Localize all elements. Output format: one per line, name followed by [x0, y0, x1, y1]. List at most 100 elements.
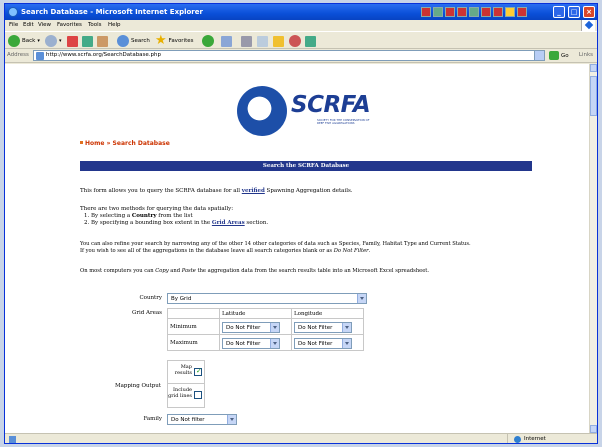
- max-latitude-select[interactable]: Do Not Filter: [222, 338, 280, 349]
- min-longitude-select[interactable]: Do Not Filter: [294, 322, 352, 333]
- refine-2-post: .: [368, 248, 371, 254]
- family-select[interactable]: Do Not filter: [167, 414, 237, 425]
- maximize-button[interactable]: □: [568, 6, 580, 18]
- tray-icon: [517, 7, 527, 17]
- max-longitude-select[interactable]: Do Not Filter: [294, 338, 352, 349]
- history-button[interactable]: [202, 34, 214, 48]
- home-button[interactable]: [97, 34, 108, 48]
- grid-areas-table: Latitude Longitude Minimum Do Not Filter…: [167, 308, 364, 351]
- minimize-button[interactable]: _: [553, 6, 565, 18]
- research-button[interactable]: [305, 34, 316, 48]
- vertical-scrollbar[interactable]: [589, 64, 597, 433]
- longitude-header: Longitude: [291, 308, 364, 319]
- status-bar: Internet: [5, 433, 597, 443]
- intro-post: Spawning Aggregation details.: [264, 188, 353, 194]
- method-1-post: from the list: [156, 213, 193, 219]
- grid-areas-link[interactable]: Grid Areas: [212, 220, 245, 226]
- stop-button[interactable]: [67, 34, 78, 48]
- tray-icon: [433, 7, 443, 17]
- links-button[interactable]: Links: [579, 52, 593, 58]
- breadcrumb: Home » Search Database: [80, 140, 170, 147]
- mail-icon: [221, 35, 232, 47]
- messenger-icon: [289, 35, 301, 47]
- title-bar[interactable]: Search Database - Microsoft Internet Exp…: [5, 4, 597, 20]
- menu-view[interactable]: View: [38, 22, 51, 28]
- address-url[interactable]: http://www.scrfa.org/SearchDatabase.php: [46, 52, 161, 58]
- folder-button[interactable]: [273, 34, 284, 48]
- copy-em-2: Paste: [181, 268, 196, 274]
- minimum-label: Minimum: [167, 318, 220, 335]
- tray-icon: [445, 7, 455, 17]
- logo-wordmark: SCRFA: [291, 92, 371, 118]
- menu-file[interactable]: File: [9, 22, 18, 28]
- print-button[interactable]: [241, 34, 252, 48]
- back-arrow-icon: [8, 35, 20, 47]
- search-icon: [117, 35, 129, 47]
- print-icon: [241, 35, 252, 47]
- menu-favorites[interactable]: Favorites: [57, 22, 82, 28]
- stop-icon: [67, 35, 78, 47]
- method-1-pre: 1. By selecting a: [84, 213, 132, 219]
- grid-corner-cell: [167, 308, 220, 319]
- search-button[interactable]: Search: [117, 34, 150, 48]
- address-input[interactable]: http://www.scrfa.org/SearchDatabase.php: [33, 50, 545, 61]
- copy-pre: On most computers you can: [80, 268, 156, 274]
- back-label: Back: [22, 38, 36, 44]
- map-results-row: Map results: [168, 361, 204, 384]
- mapping-output-label: Mapping Output: [114, 383, 161, 389]
- maximum-label: Maximum: [167, 334, 220, 351]
- grid-lines-checkbox[interactable]: [194, 391, 202, 399]
- edit-button[interactable]: [257, 34, 268, 48]
- tray-icon: [457, 7, 467, 17]
- grid-lines-label: Include grid lines: [168, 387, 192, 399]
- chevron-down-icon: [342, 323, 351, 332]
- menu-help[interactable]: Help: [108, 22, 121, 28]
- breadcrumb-current[interactable]: Search Database: [113, 140, 170, 147]
- globe-icon: [514, 436, 521, 443]
- max-lon-cell: Do Not Filter: [291, 334, 364, 351]
- history-icon: [202, 35, 214, 47]
- scroll-thumb[interactable]: [590, 76, 597, 116]
- menu-bar: File Edit View Favorites Tools Help: [5, 20, 597, 31]
- research-icon: [305, 35, 316, 47]
- tray-icon: [493, 7, 503, 17]
- tray-icon: [469, 7, 479, 17]
- go-button[interactable]: Go: [549, 51, 569, 60]
- scrfa-logo: SCRFA SOCIETY FOR THE CONSERVATION OF RE…: [237, 86, 377, 141]
- standard-toolbar: Back ▾ ▾ Search ★ Favorites: [5, 31, 597, 49]
- scroll-up-button[interactable]: [590, 64, 597, 72]
- refresh-button[interactable]: [82, 34, 93, 48]
- menu-tools[interactable]: Tools: [88, 22, 102, 28]
- page-content: SCRFA SOCIETY FOR THE CONSERVATION OF RE…: [5, 64, 591, 433]
- favorites-button[interactable]: ★ Favorites: [155, 34, 194, 48]
- method-2-post: section.: [244, 220, 269, 226]
- menu-edit[interactable]: Edit: [23, 22, 34, 28]
- min-latitude-select[interactable]: Do Not Filter: [222, 322, 280, 333]
- verified-link[interactable]: verified: [242, 188, 265, 194]
- map-results-label: Map results: [174, 364, 192, 376]
- scroll-down-button[interactable]: [590, 425, 597, 433]
- windows-logo-icon: [581, 20, 595, 31]
- min-lat-value: Do Not Filter: [226, 325, 261, 331]
- back-button[interactable]: Back ▾: [8, 34, 40, 48]
- page-icon: [9, 436, 16, 443]
- refine-text-1: You can also refine your search by narro…: [80, 241, 471, 247]
- mail-button[interactable]: [221, 34, 232, 48]
- messenger-button[interactable]: [289, 34, 301, 48]
- max-lat-cell: Do Not Filter: [219, 334, 292, 351]
- copy-paste-text: On most computers you can Copy and Paste…: [80, 268, 429, 275]
- ie-logo-icon: [8, 7, 18, 17]
- country-value: By Grid: [171, 296, 192, 302]
- forward-button[interactable]: ▾: [45, 34, 62, 48]
- methods-heading: There are two methods for querying the d…: [80, 206, 234, 212]
- country-select[interactable]: By Grid: [167, 293, 367, 304]
- chevron-down-icon[interactable]: [534, 51, 544, 60]
- intro-pre: This form allows you to query the SCRFA …: [80, 188, 242, 194]
- min-lon-value: Do Not Filter: [298, 325, 333, 331]
- chevron-down-icon: [270, 339, 279, 348]
- tray-icon: [421, 7, 431, 17]
- close-button[interactable]: ×: [583, 6, 595, 18]
- map-results-checkbox[interactable]: [194, 367, 202, 376]
- copy-post: the aggregation data from the search res…: [195, 268, 430, 274]
- breadcrumb-home[interactable]: Home: [85, 140, 104, 147]
